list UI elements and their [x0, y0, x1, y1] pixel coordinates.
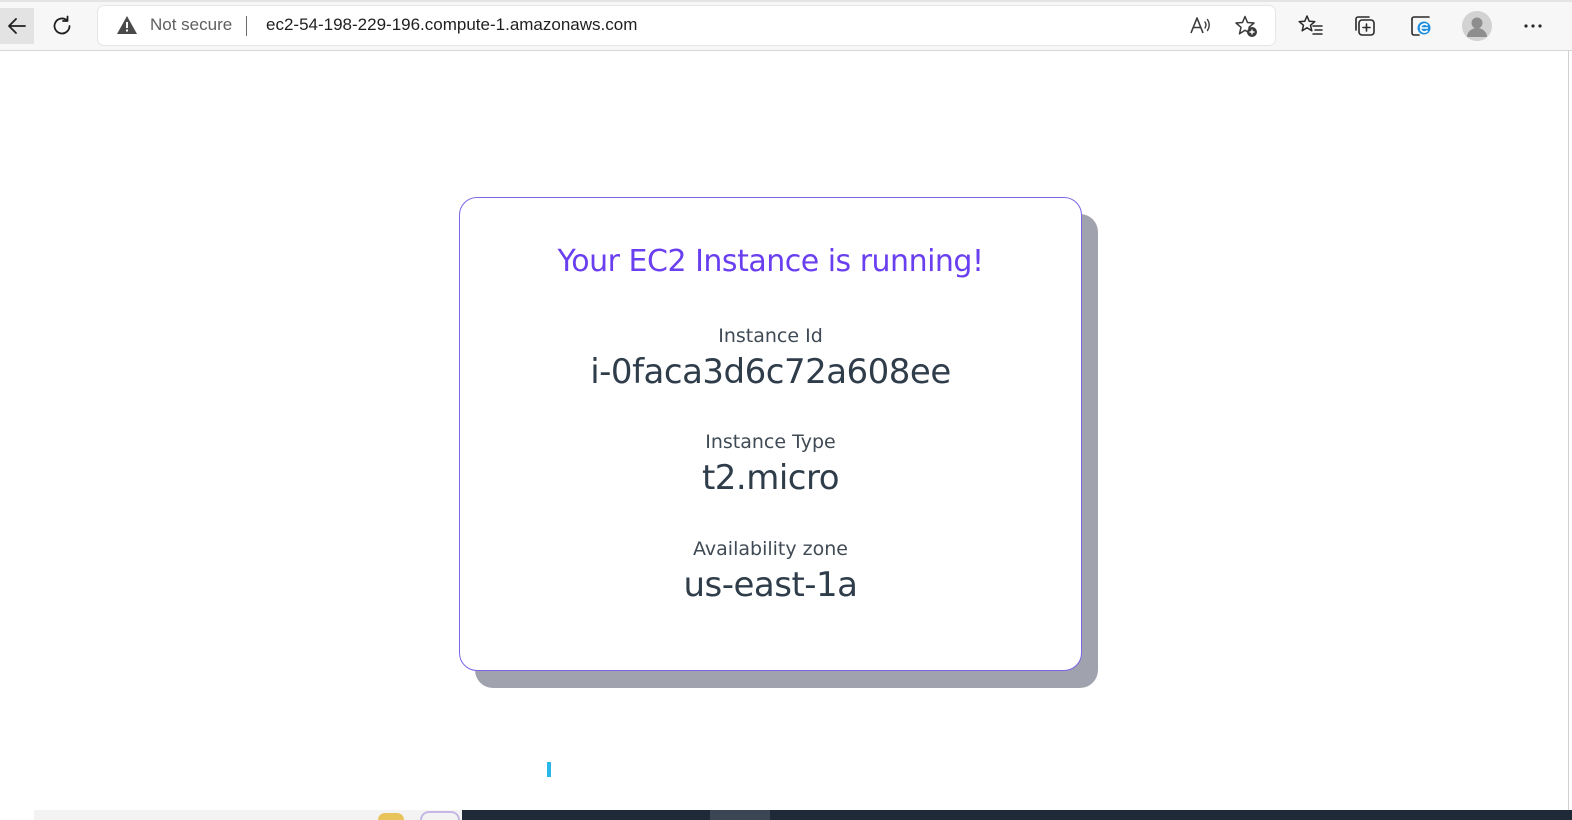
browser-toolbar: Not secure ec2-54-198-229-196.compute-1.… [0, 0, 1572, 51]
instance-id-value: i-0faca3d6c72a608ee [590, 352, 951, 392]
address-divider [246, 16, 247, 36]
back-button[interactable] [0, 8, 34, 44]
security-status-label[interactable]: Not secure [150, 15, 232, 35]
profile-avatar-icon [1462, 11, 1492, 41]
warning-triangle-icon[interactable] [116, 15, 138, 35]
availability-zone-value: us-east-1a [683, 565, 858, 605]
refresh-icon [53, 15, 71, 35]
taskbar [0, 810, 1572, 820]
availability-zone-label: Availability zone [693, 538, 848, 560]
add-favorite-icon[interactable] [1234, 14, 1258, 38]
instance-type-value: t2.micro [701, 458, 840, 498]
collections-icon[interactable] [1352, 13, 1378, 39]
profile-button[interactable] [1462, 11, 1492, 41]
url-text[interactable]: ec2-54-198-229-196.compute-1.amazonaws.c… [266, 15, 637, 35]
page-viewport: Your EC2 Instance is running! Instance I… [0, 51, 1572, 810]
refresh-button[interactable] [44, 8, 80, 44]
scrollbar-edge [1568, 51, 1569, 810]
taskbar-left-edge [0, 810, 34, 820]
more-options-icon[interactable] [1520, 13, 1546, 39]
taskbar-active-app[interactable] [710, 810, 770, 820]
taskbar-app-icon[interactable] [378, 813, 404, 820]
tab-strip-edge [0, 0, 1572, 2]
favorites-list-icon[interactable] [1298, 13, 1324, 39]
instance-id-label: Instance Id [718, 325, 823, 347]
page-title: Your EC2 Instance is running! [557, 244, 984, 279]
back-arrow-icon [8, 18, 26, 34]
ie-mode-icon[interactable] [1408, 13, 1434, 39]
read-aloud-icon[interactable] [1188, 14, 1212, 38]
taskbar-app-icon-2[interactable] [420, 811, 460, 820]
loading-indicator [547, 762, 551, 777]
address-bar[interactable]: Not secure ec2-54-198-229-196.compute-1.… [98, 6, 1275, 45]
instance-type-label: Instance Type [705, 431, 836, 453]
instance-info-card: Your EC2 Instance is running! Instance I… [459, 197, 1082, 671]
